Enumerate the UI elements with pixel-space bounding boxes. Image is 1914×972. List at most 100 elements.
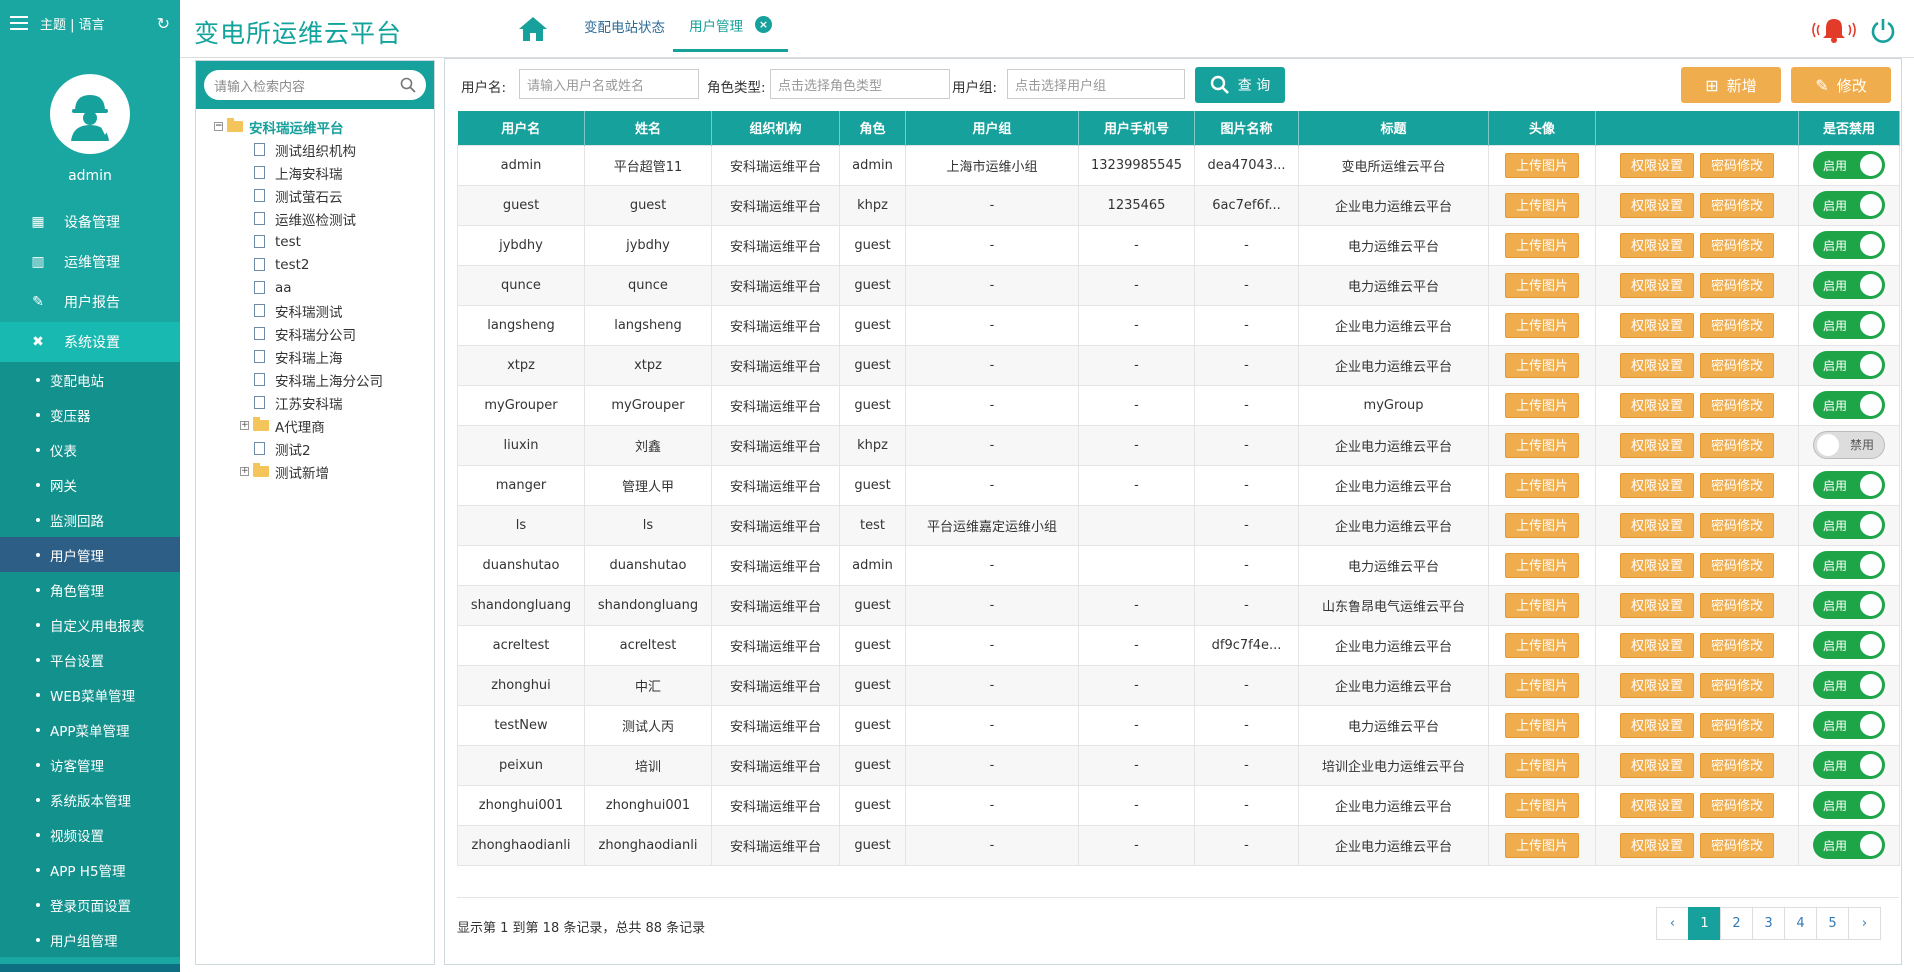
enable-toggle[interactable]: 启用 xyxy=(1813,191,1885,219)
enable-toggle[interactable]: 启用 xyxy=(1813,351,1885,379)
prev-page-button[interactable]: ‹ xyxy=(1656,907,1689,940)
table-row[interactable]: jybdhy jybdhy 安科瑞运维平台 guest - - - 电力运维云平台 上传图片 权限… xyxy=(457,224,1900,266)
sub-item-user-management[interactable]: 用户管理 xyxy=(0,537,180,572)
alarm-bell-icon[interactable] xyxy=(1812,16,1856,44)
upload-image-button[interactable]: 上传图片 xyxy=(1504,672,1579,698)
change-password-button[interactable]: 密码修改 xyxy=(1700,632,1775,658)
nav-operation-management[interactable]: ▥ 运维管理 xyxy=(0,242,180,282)
permission-settings-button[interactable]: 权限设置 xyxy=(1619,552,1694,578)
hamburger-menu-icon[interactable] xyxy=(10,16,28,30)
page-button[interactable]: 4 xyxy=(1784,907,1817,940)
tree-node[interactable]: 测试萤石云 xyxy=(214,184,434,207)
change-password-button[interactable]: 密码修改 xyxy=(1700,752,1775,778)
sub-item-monitor-loop[interactable]: 监测回路 xyxy=(0,502,180,537)
table-row[interactable]: duanshutao duanshutao 安科瑞运维平台 admin - - 电力运维云平… xyxy=(457,544,1900,586)
sub-item-gateway[interactable]: 网关 xyxy=(0,467,180,502)
permission-settings-button[interactable]: 权限设置 xyxy=(1619,312,1694,338)
sub-item-web-menu[interactable]: WEB菜单管理 xyxy=(0,677,180,712)
permission-settings-button[interactable]: 权限设置 xyxy=(1619,192,1694,218)
page-button[interactable]: 1 xyxy=(1688,907,1721,940)
permission-settings-button[interactable]: 权限设置 xyxy=(1619,472,1694,498)
upload-image-button[interactable]: 上传图片 xyxy=(1504,432,1579,458)
page-button[interactable]: 2 xyxy=(1720,907,1753,940)
tree-node[interactable]: test2 xyxy=(214,253,434,276)
change-password-button[interactable]: 密码修改 xyxy=(1700,192,1775,218)
sub-item-app-menu[interactable]: APP菜单管理 xyxy=(0,712,180,747)
permission-settings-button[interactable]: 权限设置 xyxy=(1619,592,1694,618)
sub-item-substation[interactable]: 变配电站 xyxy=(0,362,180,397)
collapse-icon[interactable]: − xyxy=(214,122,223,131)
table-row[interactable]: zhonghui001 zhonghui001 安科瑞运维平台 guest - - - 企业电… xyxy=(457,784,1900,826)
table-row[interactable]: xtpz xtpz 安科瑞运维平台 guest - - - 企业电力运维云平台 上传图片 权限设置… xyxy=(457,344,1900,386)
enable-toggle[interactable]: 启用 xyxy=(1813,791,1885,819)
nav-user-report[interactable]: ✎ 用户报告 xyxy=(0,282,180,322)
permission-settings-button[interactable]: 权限设置 xyxy=(1619,632,1694,658)
refresh-icon[interactable]: ↻ xyxy=(157,14,170,33)
upload-image-button[interactable]: 上传图片 xyxy=(1504,592,1579,618)
table-row[interactable]: testNew 测试人丙 安科瑞运维平台 guest - - - 电力运维云平台 上传图片 权限设… xyxy=(457,704,1900,746)
change-password-button[interactable]: 密码修改 xyxy=(1700,792,1775,818)
change-password-button[interactable]: 密码修改 xyxy=(1700,352,1775,378)
upload-image-button[interactable]: 上传图片 xyxy=(1504,152,1579,178)
enable-toggle[interactable]: 启用 xyxy=(1813,511,1885,539)
table-row[interactable]: guest guest 安科瑞运维平台 khpz -1235465 6ac7ef6f...… xyxy=(457,184,1900,226)
enable-toggle[interactable]: 启用 xyxy=(1813,711,1885,739)
permission-settings-button[interactable]: 权限设置 xyxy=(1619,832,1694,858)
change-password-button[interactable]: 密码修改 xyxy=(1700,672,1775,698)
table-row[interactable]: peixun 培训 安科瑞运维平台 guest - - - 培训企业电力运维云平台 上传图片 权限… xyxy=(457,744,1900,786)
tree-node-folder[interactable]: + A代理商 xyxy=(214,414,434,437)
username-filter-input[interactable]: 请输入用户名或姓名 xyxy=(519,69,699,99)
close-icon[interactable]: × xyxy=(755,16,772,33)
sub-item-platform-settings[interactable]: 平台设置 xyxy=(0,642,180,677)
sub-item-video-settings[interactable]: 视频设置 xyxy=(0,817,180,852)
page-button[interactable]: 3 xyxy=(1752,907,1785,940)
expand-icon[interactable]: + xyxy=(240,467,249,476)
sub-item-system-version[interactable]: 系统版本管理 xyxy=(0,782,180,817)
tree-node[interactable]: 安科瑞测试 xyxy=(214,299,434,322)
table-row[interactable]: ls ls 安科瑞运维平台 test 平台运维嘉定运维小组 - 企业电力运维云平台 上传图片权… xyxy=(457,504,1900,546)
upload-image-button[interactable]: 上传图片 xyxy=(1504,752,1579,778)
tree-node[interactable]: 上海安科瑞 xyxy=(214,161,434,184)
nav-system-settings[interactable]: ✖ 系统设置 xyxy=(0,322,180,362)
permission-settings-button[interactable]: 权限设置 xyxy=(1619,392,1694,418)
theme-language-link[interactable]: 主题 | 语言 xyxy=(40,14,105,33)
upload-image-button[interactable]: 上传图片 xyxy=(1504,632,1579,658)
upload-image-button[interactable]: 上传图片 xyxy=(1504,192,1579,218)
search-icon[interactable] xyxy=(400,77,416,93)
permission-settings-button[interactable]: 权限设置 xyxy=(1619,432,1694,458)
enable-toggle[interactable]: 启用 xyxy=(1813,231,1885,259)
change-password-button[interactable]: 密码修改 xyxy=(1700,552,1775,578)
change-password-button[interactable]: 密码修改 xyxy=(1700,832,1775,858)
enable-toggle[interactable]: 启用 xyxy=(1813,391,1885,419)
permission-settings-button[interactable]: 权限设置 xyxy=(1619,152,1694,178)
change-password-button[interactable]: 密码修改 xyxy=(1700,312,1775,338)
sub-item-visitor[interactable]: 访客管理 xyxy=(0,747,180,782)
tree-node[interactable]: 运维巡检测试 xyxy=(214,207,434,230)
enable-toggle[interactable]: 启用 xyxy=(1813,311,1885,339)
upload-image-button[interactable]: 上传图片 xyxy=(1504,712,1579,738)
enable-toggle[interactable]: 启用 xyxy=(1813,471,1885,499)
sub-item-user-group[interactable]: 用户组管理 xyxy=(0,922,180,957)
table-row[interactable]: myGrouper myGrouper 安科瑞运维平台 guest - - - myGroup… xyxy=(457,384,1900,426)
upload-image-button[interactable]: 上传图片 xyxy=(1504,472,1579,498)
upload-image-button[interactable]: 上传图片 xyxy=(1504,512,1579,538)
tree-node-root[interactable]: − 安科瑞运维平台 xyxy=(214,115,434,138)
upload-image-button[interactable]: 上传图片 xyxy=(1504,832,1579,858)
sub-item-login-page[interactable]: 登录页面设置 xyxy=(0,887,180,922)
tree-node[interactable]: 测试2 xyxy=(214,437,434,460)
table-row[interactable]: zhonghui 中汇 安科瑞运维平台 guest - - - 企业电力运维云平台 上传图片 权限… xyxy=(457,664,1900,706)
tree-node[interactable]: 安科瑞上海分公司 xyxy=(214,368,434,391)
change-password-button[interactable]: 密码修改 xyxy=(1700,712,1775,738)
change-password-button[interactable]: 密码修改 xyxy=(1700,472,1775,498)
next-page-button[interactable]: › xyxy=(1848,907,1881,940)
permission-settings-button[interactable]: 权限设置 xyxy=(1619,272,1694,298)
permission-settings-button[interactable]: 权限设置 xyxy=(1619,352,1694,378)
table-row[interactable]: manger 管理人甲 安科瑞运维平台 guest - - - 企业电力运维云平台 上传图片 权限… xyxy=(457,464,1900,506)
table-row[interactable]: zhonghaodianli zhonghaodianli 安科瑞运维平台 guest… xyxy=(457,824,1900,866)
role-filter-select[interactable]: 点击选择角色类型 xyxy=(770,69,950,99)
permission-settings-button[interactable]: 权限设置 xyxy=(1619,712,1694,738)
upload-image-button[interactable]: 上传图片 xyxy=(1504,352,1579,378)
tree-node[interactable]: 安科瑞上海 xyxy=(214,345,434,368)
change-password-button[interactable]: 密码修改 xyxy=(1700,512,1775,538)
tree-search-input[interactable]: 请输入检索内容 xyxy=(204,70,426,100)
